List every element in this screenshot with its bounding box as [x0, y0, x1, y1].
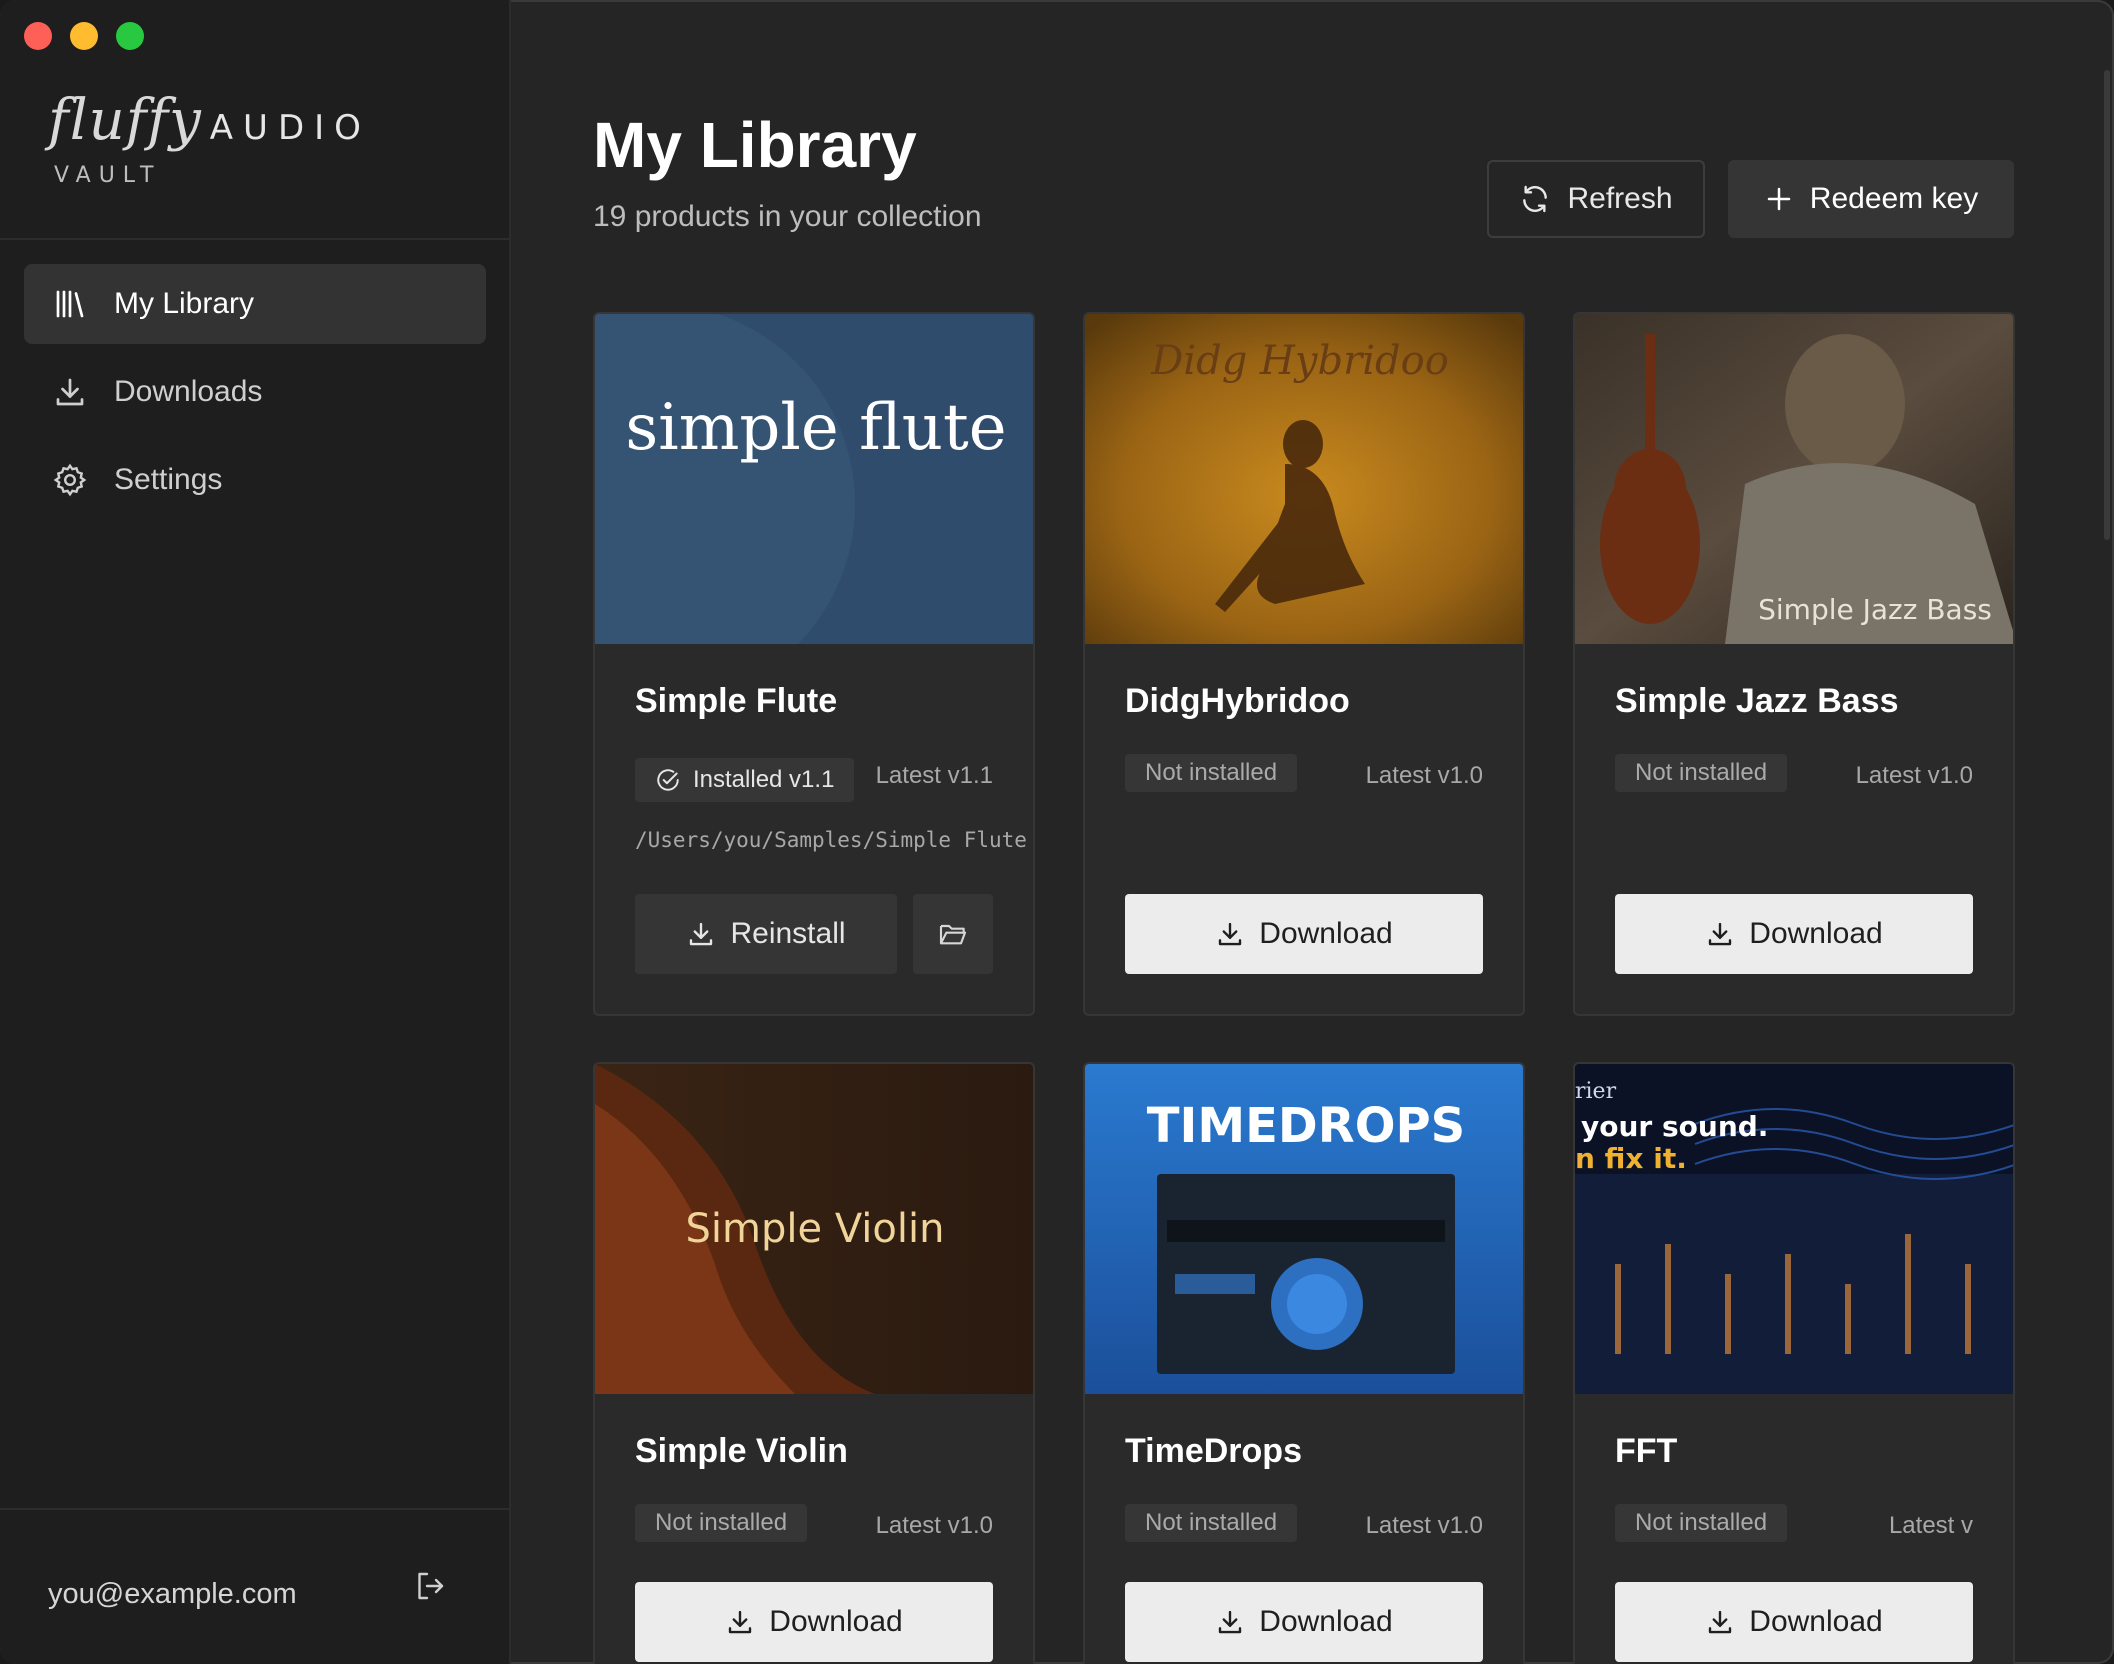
sidebar-item-label: Settings [114, 463, 223, 496]
status-badge: Not installed [1615, 754, 1788, 792]
latest-version: Latest v [1888, 1512, 1973, 1539]
sidebar-nav: My Library Downloads Settings [24, 264, 486, 528]
product-name: DidgHybridoo [1125, 682, 1350, 720]
product-artwork: TIMEDROPS [1085, 1064, 1523, 1394]
product-name: Simple Jazz Bass [1615, 682, 1899, 720]
artwork-text: Simple Jazz Bass [1758, 593, 1992, 626]
sidebar-item-my-library[interactable]: My Library [24, 264, 486, 344]
brand-name: fluffy [48, 88, 202, 153]
download-icon [1219, 1610, 1242, 1634]
sidebar-item-settings[interactable]: Settings [24, 440, 486, 520]
download-icon [690, 922, 713, 946]
product-artwork: rier your sound. n fix it. [1575, 1064, 2013, 1394]
sidebar-item-label: My Library [114, 287, 255, 320]
folder-icon [939, 924, 967, 945]
product-card-simple-violin: Simple Violin Simple Violin Not installe… [593, 1062, 1035, 1664]
brand-audio: AUDIO [209, 108, 371, 148]
latest-version: Latest v1.0 [1855, 762, 1973, 789]
sidebar-footer-divider [0, 1508, 509, 1510]
status-badge: Not installed [635, 1504, 808, 1542]
product-artwork: simple flute [595, 314, 1033, 644]
sidebar-item-downloads[interactable]: Downloads [24, 352, 486, 432]
artwork-text: rier [1575, 1079, 1617, 1104]
latest-version: Latest v1.0 [1365, 762, 1483, 789]
product-artwork: Simple Jazz Bass [1575, 314, 2013, 644]
download-icon [1709, 1610, 1732, 1634]
download-icon [52, 374, 88, 410]
sidebar-item-label: Downloads [114, 375, 263, 408]
download-icon [729, 1610, 752, 1634]
sidebar-divider [0, 238, 509, 240]
status-badge: Not installed [1615, 1504, 1788, 1542]
download-button[interactable]: Download [1615, 894, 1973, 974]
open-folder-button[interactable] [913, 894, 993, 974]
plus-icon [1767, 187, 1791, 211]
artwork-text: n fix it. [1575, 1142, 1687, 1175]
download-button[interactable]: Download [1125, 1582, 1483, 1662]
latest-version: Latest v1.0 [875, 1512, 993, 1539]
minimize-window-button[interactable] [70, 22, 98, 50]
download-icon [1219, 922, 1242, 946]
latest-version: Latest v1.0 [1365, 1512, 1483, 1539]
product-name: Simple Flute [635, 682, 838, 720]
sidebar: fluffy AUDIO VAULT My Library Downloads [0, 0, 511, 1664]
main-content: My Library 19 products in your collectio… [509, 0, 2114, 1664]
close-window-button[interactable] [24, 22, 52, 50]
latest-version: Latest v1.1 [875, 762, 993, 789]
user-email: you@example.com [48, 1578, 297, 1610]
download-button[interactable]: Download [635, 1582, 993, 1662]
product-artwork: Simple Violin [595, 1064, 1033, 1394]
product-name: FFT [1615, 1432, 1678, 1470]
app-window: fluffy AUDIO VAULT My Library Downloads [0, 0, 2114, 1664]
artwork-text: Didg Hybridoo [1150, 338, 1449, 384]
product-count: 19 products in your collection [593, 200, 982, 233]
product-artwork: Didg Hybridoo [1085, 314, 1523, 644]
artwork-text: Simple Violin [686, 1206, 945, 1252]
product-card-simple-jazz-bass: Simple Jazz Bass Simple Jazz Bass Not in… [1573, 312, 2015, 1016]
status-badge: Not installed [1125, 1504, 1298, 1542]
gear-icon [52, 462, 88, 498]
product-card-fft: rier your sound. n fix it. FFT Not insta… [1573, 1062, 2015, 1664]
page-title: My Library [593, 109, 917, 181]
brand-logo: fluffy AUDIO VAULT [48, 88, 371, 188]
download-button[interactable]: Download [1125, 894, 1483, 974]
artwork-text: your sound. [1581, 1110, 1768, 1143]
product-card-didghybridoo: Didg Hybridoo DidgHybridoo Not installed… [1083, 312, 1525, 1016]
status-badge: Installed v1.1 [635, 758, 855, 802]
refresh-button[interactable]: Refresh [1487, 160, 1705, 238]
redeem-label: Redeem key [1809, 182, 1979, 215]
scrollbar[interactable] [2104, 70, 2110, 540]
install-path: /Users/you/Samples/Simple Flute [635, 828, 1027, 852]
product-name: Simple Violin [635, 1432, 848, 1470]
artwork-text: TIMEDROPS [1147, 1098, 1466, 1154]
brand-vault: VAULT [54, 163, 162, 188]
download-button[interactable]: Download [1615, 1582, 1973, 1662]
reinstall-button[interactable]: Reinstall [635, 894, 897, 974]
product-card-simple-flute: simple flute Simple Flute Installed v1.1… [593, 312, 1035, 1016]
maximize-window-button[interactable] [116, 22, 144, 50]
check-circle-icon [657, 769, 679, 791]
refresh-label: Refresh [1567, 182, 1673, 215]
redeem-key-button[interactable]: Redeem key [1728, 160, 2014, 238]
window-controls [24, 22, 144, 50]
artwork-text: simple flute [625, 391, 1006, 465]
refresh-icon [1523, 185, 1548, 213]
status-badge: Not installed [1125, 754, 1298, 792]
product-card-timedrops: TIMEDROPS TimeDrops Not installed Latest… [1083, 1062, 1525, 1664]
product-name: TimeDrops [1125, 1432, 1302, 1470]
logout-icon[interactable] [412, 1568, 448, 1604]
library-icon [52, 286, 88, 322]
download-icon [1709, 922, 1732, 946]
